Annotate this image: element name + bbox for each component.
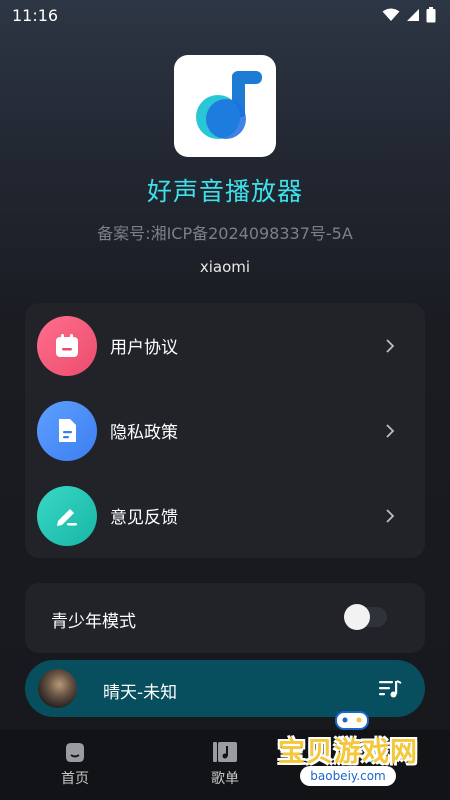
watermark: 宝贝游戏网 baobeiy.com <box>276 708 426 790</box>
calendar-icon <box>37 315 97 376</box>
toggle-knob <box>344 604 370 630</box>
device-name: xiaomi <box>199 258 251 276</box>
music-note-logo-icon <box>196 71 262 139</box>
menu-item-privacy-policy[interactable]: 隐私政策 <box>25 388 425 473</box>
menu-item-label: 用户协议 <box>110 338 178 358</box>
menu-item-feedback[interactable]: 意见反馈 <box>25 473 425 558</box>
record-number[interactable]: 备案号:湘ICP备2024098337号-5A <box>0 220 450 244</box>
album-cover[interactable] <box>38 669 77 708</box>
settings-menu-card: 用户协议 隐私政策 意见反馈 <box>25 303 425 558</box>
menu-item-user-agreement[interactable]: 用户协议 <box>25 303 425 388</box>
app-logo <box>174 55 276 157</box>
playlist-tab-icon <box>213 742 237 762</box>
watermark-title: 宝贝游戏网 <box>278 737 418 768</box>
teen-mode-label: 青少年模式 <box>51 612 136 632</box>
tab-home[interactable]: 首页 <box>35 740 115 788</box>
chevron-right-icon <box>386 508 395 523</box>
chevron-right-icon <box>386 338 395 353</box>
status-bar: 11:16 <box>0 0 450 30</box>
now-playing-title: 晴天-未知 <box>103 683 178 703</box>
tab-playlists[interactable]: 歌单 <box>185 740 265 788</box>
chevron-right-icon <box>386 423 395 438</box>
gamepad-icon <box>335 711 369 730</box>
tab-label: 歌单 <box>211 771 239 787</box>
app-name: 好声音播放器 <box>146 177 303 206</box>
document-icon <box>37 400 97 461</box>
status-icons <box>382 7 436 23</box>
watermark-url: baobeiy.com <box>300 766 396 786</box>
status-time: 11:16 <box>12 5 59 25</box>
menu-item-label: 意见反馈 <box>110 508 178 528</box>
signal-icon <box>407 9 419 21</box>
menu-item-label: 隐私政策 <box>110 423 178 443</box>
battery-icon <box>426 7 436 23</box>
tab-label: 首页 <box>61 771 89 787</box>
teen-mode-toggle[interactable] <box>344 604 387 630</box>
playlist-icon[interactable] <box>378 678 402 700</box>
teen-mode-card: 青少年模式 <box>25 583 425 653</box>
pencil-icon <box>37 485 97 546</box>
wifi-icon <box>382 8 400 21</box>
home-icon <box>66 743 84 762</box>
